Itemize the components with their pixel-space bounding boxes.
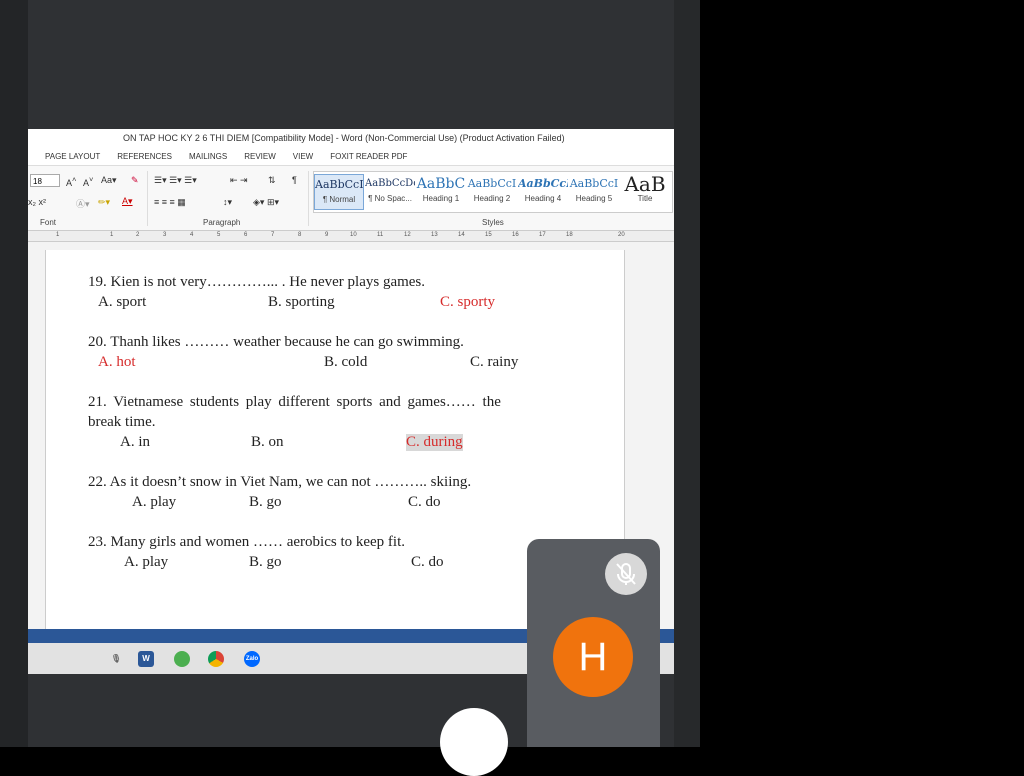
- mic-muted-button[interactable]: [605, 553, 647, 595]
- mic-off-icon: [616, 563, 636, 585]
- style-heading-5[interactable]: AaBbCcI Heading 5: [569, 174, 619, 210]
- call-panel: H: [527, 539, 660, 747]
- question-22: 22. As it doesn’t snow in Viet Nam, we c…: [88, 474, 472, 490]
- ribbon: 18 A˄ A˅ Aa▾ ✎ x₂ x² Ⓐ▾ ✏▾ A▾ ☰▾ ☰▾ ☰▾ ⇤…: [28, 166, 674, 231]
- option-c-answer: C. during: [406, 434, 463, 451]
- shading-icon[interactable]: ◈▾ ⊞▾: [253, 197, 279, 208]
- pilcrow-icon[interactable]: ¶: [292, 175, 297, 185]
- tab-foxit[interactable]: FOXIT READER PDF: [330, 152, 407, 161]
- tab-mailings[interactable]: MAILINGS: [189, 152, 227, 161]
- line-spacing-icon[interactable]: ↕▾: [223, 197, 232, 208]
- option-b: B. go: [249, 554, 282, 570]
- sort-icon[interactable]: ⇅: [268, 175, 276, 186]
- align-icon[interactable]: ≡ ≡ ≡ ▦: [154, 197, 186, 208]
- option-b: B. on: [251, 434, 284, 450]
- option-c: C. do: [408, 494, 441, 510]
- right-dark-strip: [674, 0, 700, 747]
- ribbon-tabs: PAGE LAYOUT REFERENCES MAILINGS REVIEW V…: [28, 147, 674, 166]
- window-title: ON TAP HOC KY 2 6 THI DIEM [Compatibilit…: [28, 129, 674, 147]
- style-heading-2[interactable]: AaBbCcI Heading 2: [467, 174, 517, 210]
- tab-page-layout[interactable]: PAGE LAYOUT: [45, 152, 100, 161]
- floating-control-button[interactable]: [440, 708, 508, 776]
- option-b: B. cold: [324, 354, 368, 370]
- option-b: B. go: [249, 494, 282, 510]
- style-heading-4[interactable]: AaBbCcI Heading 4: [518, 174, 568, 210]
- option-c-answer: C. sporty: [440, 294, 496, 310]
- option-a: A. in: [120, 434, 150, 450]
- option-c: C. rainy: [470, 354, 519, 370]
- subscript-icon[interactable]: x₂ x²: [28, 197, 46, 207]
- group-font-label: Font: [40, 218, 57, 227]
- style-title[interactable]: AaB Title: [620, 174, 670, 210]
- style-no-spacing[interactable]: AaBbCcDc ¶ No Spac...: [365, 174, 415, 210]
- grow-font-icon[interactable]: A˄: [66, 175, 76, 188]
- group-styles-label: Styles: [482, 218, 504, 227]
- highlight-icon[interactable]: ✏▾: [98, 197, 110, 208]
- bullets-icon[interactable]: ☰▾ ☰▾ ☰▾: [154, 175, 197, 186]
- microphone-icon[interactable]: 🎙: [108, 651, 124, 667]
- tab-view[interactable]: VIEW: [293, 152, 313, 161]
- indent-icon[interactable]: ⇤ ⇥: [230, 175, 248, 186]
- clear-format-icon[interactable]: ✎: [131, 175, 139, 186]
- left-strip: [0, 0, 28, 747]
- question-21-line2: break time.: [88, 414, 156, 430]
- zalo-taskbar-icon[interactable]: Zalo: [244, 651, 260, 667]
- question-23: 23. Many girls and women …… aerobics to …: [88, 534, 406, 550]
- tab-references[interactable]: REFERENCES: [117, 152, 172, 161]
- styles-gallery: AaBbCcI ¶ Normal AaBbCcDc ¶ No Spac... A…: [313, 171, 673, 213]
- style-normal[interactable]: AaBbCcI ¶ Normal: [314, 174, 364, 210]
- word-taskbar-icon[interactable]: W: [138, 651, 154, 667]
- style-heading-1[interactable]: AaBbC Heading 1: [416, 174, 466, 210]
- option-a-answer: A. hot: [98, 354, 136, 370]
- shrink-font-icon[interactable]: A˅: [83, 175, 93, 188]
- question-20: 20. Thanh likes ……… weather because he c…: [88, 334, 464, 350]
- text-effects-icon[interactable]: Ⓐ▾: [76, 197, 90, 210]
- font-color-icon[interactable]: A▾: [122, 196, 133, 207]
- app-taskbar-icon[interactable]: [174, 651, 190, 667]
- avatar: H: [553, 617, 633, 697]
- group-paragraph-label: Paragraph: [203, 218, 241, 227]
- option-b: B. sporting: [268, 294, 335, 310]
- question-21: 21. Vietnamese students play different s…: [88, 394, 501, 410]
- font-size-select[interactable]: 18: [30, 174, 60, 187]
- change-case-icon[interactable]: Aa▾: [101, 175, 117, 186]
- option-a: A. play: [124, 554, 169, 570]
- chrome-taskbar-icon[interactable]: [208, 651, 224, 667]
- option-a: A. play: [132, 494, 177, 510]
- option-c: C. do: [411, 554, 444, 570]
- question-19: 19. Kien is not very…………... . He never p…: [88, 274, 426, 290]
- horizontal-ruler[interactable]: 1 1 2 3 4 5 6 7 8 9 10 11 12 13 14 15 16…: [28, 231, 674, 242]
- right-black-area: [700, 0, 1024, 747]
- tab-review[interactable]: REVIEW: [244, 152, 276, 161]
- option-a: A. sport: [98, 294, 147, 310]
